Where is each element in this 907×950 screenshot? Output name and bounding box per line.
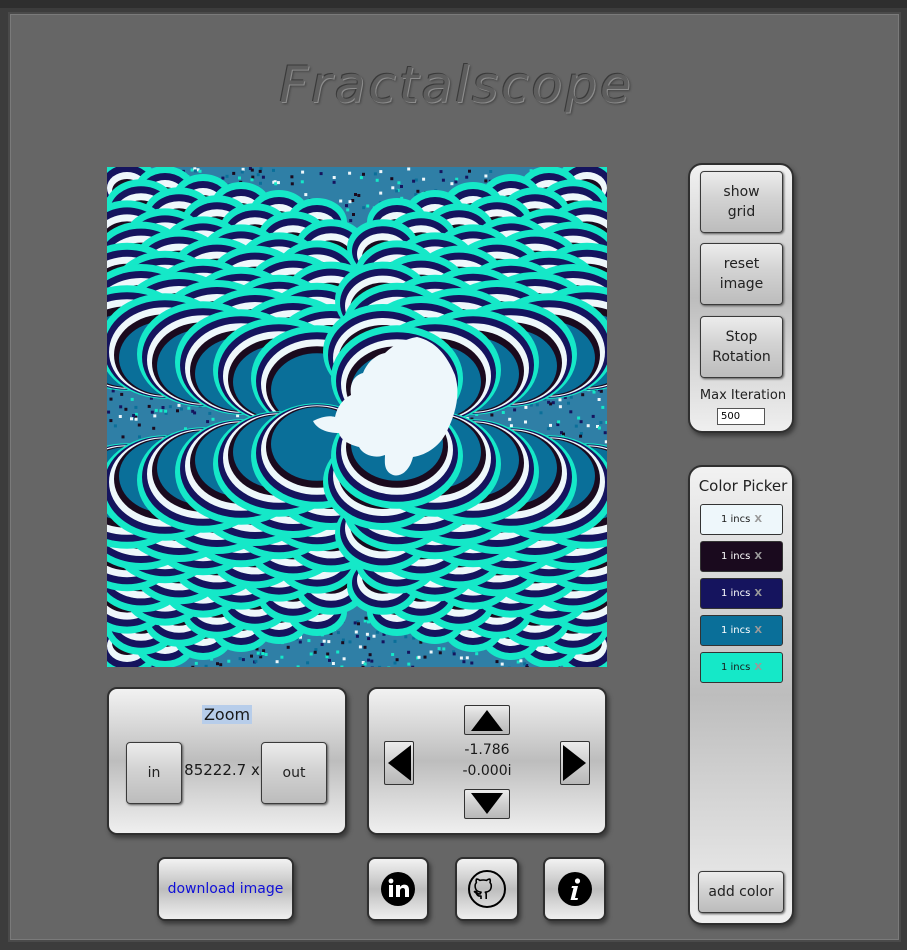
fractal-canvas[interactable] (107, 167, 607, 667)
color-swatch[interactable]: 1 incs X (700, 615, 783, 646)
color-picker-panel: Color Picker 1 incs X 1 incs X 1 incs X 1 incs… (688, 465, 794, 925)
github-button[interactable] (455, 857, 519, 921)
arrow-right-icon (563, 745, 586, 781)
zoom-title-text: Zoom (201, 705, 253, 724)
coordinate-real: -1.786 (464, 742, 510, 758)
zoom-out-button[interactable]: out (261, 742, 327, 804)
app-frame: Fractalscope show grid reset image Stop … (8, 12, 901, 942)
color-swatch-label: 1 incs (720, 551, 751, 562)
show-grid-button[interactable]: show grid (700, 171, 783, 233)
info-button[interactable] (543, 857, 606, 921)
remove-color-button[interactable]: X (754, 625, 762, 636)
color-swatch-label: 1 incs (720, 662, 751, 673)
navigation-panel: -1.786 -0.000i (367, 687, 607, 835)
zoom-in-button[interactable]: in (126, 742, 182, 804)
app-title: Fractalscope (279, 56, 634, 114)
arrow-down-icon (471, 793, 503, 814)
color-swatch-label: 1 incs (720, 514, 751, 525)
remove-color-button[interactable]: X (754, 588, 762, 599)
color-swatch[interactable]: 1 incs X (700, 652, 783, 683)
window-top-border (0, 0, 907, 8)
pan-down-button[interactable] (464, 789, 510, 819)
fractal-image[interactable] (107, 167, 607, 667)
max-iteration-label: Max Iteration (699, 388, 787, 403)
zoom-panel: Zoom in 85222.7 x out (107, 687, 347, 835)
color-picker-title: Color Picker (698, 477, 788, 495)
remove-color-button[interactable]: X (754, 551, 762, 562)
coordinate-imaginary: -0.000i (462, 763, 512, 779)
color-swatch[interactable]: 1 incs X (700, 578, 783, 609)
add-color-button[interactable]: add color (698, 871, 784, 913)
color-swatch-label: 1 incs (720, 588, 751, 599)
arrow-up-icon (471, 710, 503, 731)
zoom-level: 85222.7 x (184, 761, 260, 779)
zoom-title: Zoom (109, 705, 345, 724)
pan-up-button[interactable] (464, 705, 510, 735)
arrow-left-icon (388, 745, 411, 781)
remove-color-button[interactable]: X (754, 514, 762, 525)
download-image-button[interactable]: download image (157, 857, 294, 921)
max-iteration-input[interactable] (717, 408, 765, 425)
linkedin-icon (381, 872, 415, 906)
color-swatch-label: 1 incs (720, 625, 751, 636)
linkedin-button[interactable] (367, 857, 429, 921)
remove-color-button[interactable]: X (754, 662, 762, 673)
reset-image-button[interactable]: reset image (700, 243, 783, 305)
stop-rotation-button[interactable]: Stop Rotation (700, 316, 783, 378)
download-image-label: download image (167, 881, 284, 897)
pan-right-button[interactable] (560, 741, 590, 785)
pan-left-button[interactable] (384, 741, 414, 785)
github-icon (468, 870, 506, 908)
color-swatch[interactable]: 1 incs X (700, 504, 783, 535)
options-panel: show grid reset image Stop Rotation Max … (688, 163, 794, 433)
color-swatch[interactable]: 1 incs X (700, 541, 783, 572)
info-icon (557, 872, 592, 906)
